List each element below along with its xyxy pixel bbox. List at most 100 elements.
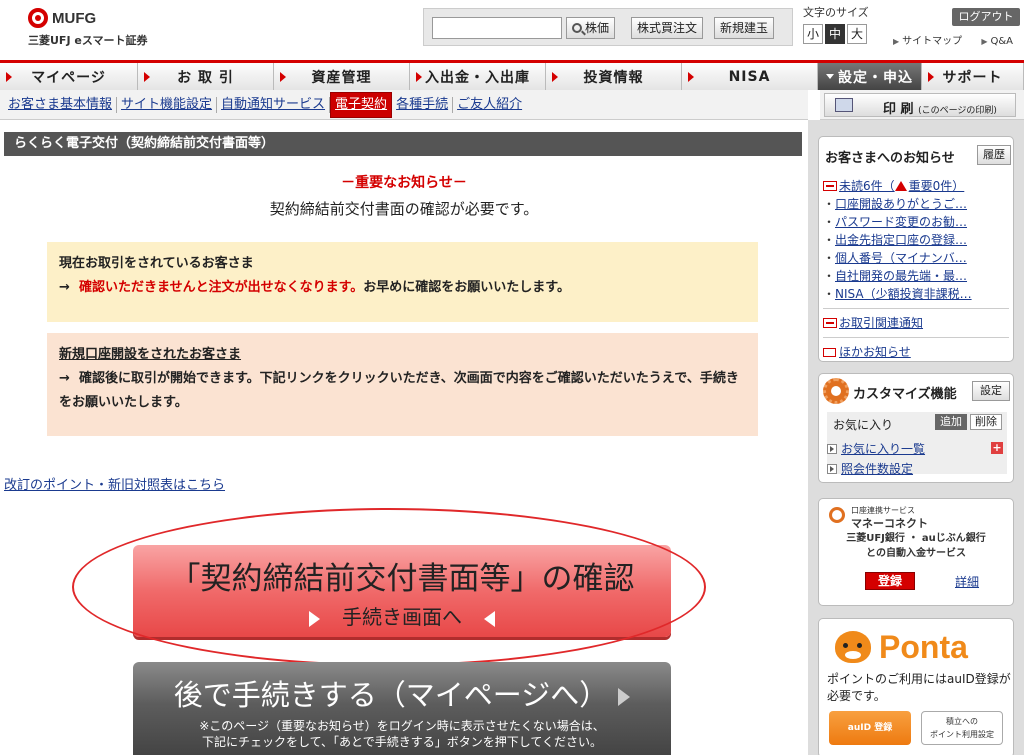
existing-customer-title: 現在お取引をされているお客さま [59, 256, 254, 271]
nav-settings[interactable]: 設定・申込 [818, 63, 922, 90]
page-title: らくらく電子交付（契約締結前交付書面等） [4, 132, 802, 156]
logo-text: MUFG [52, 9, 97, 27]
point-usage-settings-button[interactable]: 積立への ポイント利用設定 [921, 711, 1003, 745]
notice-body: 契約締結前交付書面の確認が必要です。 [269, 200, 539, 218]
nav-arrow-icon [416, 72, 422, 82]
mail-icon [823, 348, 836, 357]
font-size-small-button[interactable]: 小 [803, 24, 823, 44]
arrow-right-icon [618, 688, 631, 706]
nav-support[interactable]: サポート [922, 63, 1024, 90]
inquiry-settings-link[interactable]: 照会件数設定 [827, 460, 913, 477]
header: MUFG 三菱UFJ eスマート証券 株価 株式買注文 新規建玉 文字のサイズ … [0, 0, 1024, 58]
notice-title: －重要なお知らせ－ [341, 175, 467, 191]
nav-mypage[interactable]: マイページ [0, 63, 138, 90]
arrow-right-icon: ▶ [893, 37, 900, 46]
nav-arrow-icon [552, 72, 558, 82]
subnav-customer-info[interactable]: お客さま基本情報 [4, 96, 118, 113]
search-icon [572, 23, 582, 33]
nav-deposit[interactable]: 入出金・入出庫 [410, 63, 546, 90]
ponta-mascot-icon [835, 631, 871, 663]
nav-trade[interactable]: お 取 引 [138, 63, 274, 90]
divider [823, 337, 1009, 338]
money-connect-description: 三菱UFJ銀行 ・ auじぶん銀行 との自動入金サービス [846, 533, 986, 559]
notice-icon [823, 181, 837, 191]
utility-links: ▶ サイトマップ ▶ Q&A [893, 32, 1024, 47]
printer-icon [835, 98, 853, 112]
notice-item[interactable]: ・自社開発の最先端・最… [823, 267, 1009, 285]
subnav-auto-notify[interactable]: 自動通知サービス [217, 96, 331, 113]
favorites-delete-button[interactable]: 削除 [970, 414, 1002, 430]
favorites-list-link[interactable]: お気に入り一覧 [827, 440, 925, 457]
favorites-box: お気に入り 追加 削除 お気に入り一覧 + 照会件数設定 [827, 412, 1007, 477]
new-position-button[interactable]: 新規建玉 [714, 17, 775, 39]
plus-icon[interactable]: + [991, 442, 1003, 454]
font-size-medium-button[interactable]: 中 [825, 24, 845, 44]
print-button[interactable]: 印 刷 (このページの印刷) [824, 93, 1016, 117]
font-size-label: 文字のサイズ [803, 6, 869, 19]
notice-item[interactable]: ・パスワード変更のお勧… [823, 213, 1009, 231]
existing-customer-box: 現在お取引をされているお客さま → 確認いただきませんと注文が出せなくなります。… [47, 242, 758, 322]
money-connect-register-button[interactable]: 登録 [865, 572, 915, 590]
ponta-panel: Ponta ポイントのご利用にはauID登録が必要です。 auID 登録 積立へ… [818, 618, 1014, 755]
nav-nisa[interactable]: NISA [682, 63, 818, 90]
confirm-button-label: 「契約締結前交付書面等」の確認 [169, 561, 635, 597]
ponta-text: ポイントのご利用にはauID登録が必要です。 [827, 672, 1011, 703]
main-nav: マイページ お 取 引 資産管理 入出金・入出庫 投資情報 NISA 設定・申込… [0, 60, 1024, 90]
trade-notice-link[interactable]: お取引関連通知 [823, 314, 1009, 332]
notices-title: お客さまへのお知らせ [825, 151, 955, 166]
customize-title: カスタマイズ機能 [853, 387, 957, 402]
later-button-note: ※このページ（重要なお知らせ）をログイン時に表示させたくない場合は、 下記にチェ… [199, 719, 605, 749]
ponta-logo: Ponta [879, 629, 968, 665]
auid-register-button[interactable]: auID 登録 [829, 711, 911, 745]
arrow-left-icon [484, 610, 495, 627]
customize-settings-button[interactable]: 設定 [972, 381, 1010, 401]
subnav-procedures[interactable]: 各種手続 [392, 96, 454, 113]
notice-item[interactable]: ・個人番号（マイナンバ… [823, 249, 1009, 267]
nav-info[interactable]: 投資情報 [546, 63, 682, 90]
other-notice-link[interactable]: ほかお知らせ [823, 343, 1009, 361]
nav-assets[interactable]: 資産管理 [274, 63, 410, 90]
notices-history-button[interactable]: 履歴 [977, 145, 1011, 165]
new-account-message: → 確認後に取引が開始できます。下記リンクをクリックいただき、次画面で内容をご確… [59, 371, 739, 410]
notice-item[interactable]: ・NISA（少額投資非課税… [823, 285, 1009, 303]
nav-arrow-icon [280, 72, 286, 82]
subnav-e-contract[interactable]: 電子契約 [330, 91, 393, 118]
money-connect-detail-link[interactable]: 詳細 [955, 573, 979, 590]
arrow-right-icon [827, 444, 837, 454]
stock-price-button[interactable]: 株価 [566, 17, 616, 39]
gear-icon [823, 378, 849, 404]
qa-link[interactable]: ▶ Q&A [981, 36, 1021, 47]
existing-customer-message: → 確認いただきませんと注文が出せなくなります。お早めに確認をお願いいたします。 [59, 280, 570, 295]
favorites-label: お気に入り [833, 418, 894, 432]
search-input[interactable] [432, 17, 562, 39]
confirm-button-sublabel: 手続き画面へ [342, 605, 462, 629]
subnav-site-settings[interactable]: サイト機能設定 [117, 96, 218, 113]
sub-nav: お客さま基本情報 サイト機能設定 自動通知サービス 電子契約 各種手続 ご友人紹… [0, 90, 808, 120]
mufg-logo[interactable]: MUFG [28, 8, 96, 28]
money-connect-panel: 口座連携サービス マネーコネクト 三菱UFJ銀行 ・ auじぶん銀行 との自動入… [818, 498, 1014, 606]
mufg-logo-icon [28, 8, 48, 28]
search-box: 株価 株式買注文 新規建玉 [423, 8, 793, 46]
warning-icon [894, 181, 907, 191]
chevron-down-icon [826, 74, 834, 79]
later-procedure-button[interactable]: 後で手続きする（マイページへ） ※このページ（重要なお知らせ）をログイン時に表示… [133, 662, 671, 755]
customize-panel: カスタマイズ機能 設定 お気に入り 追加 削除 お気に入り一覧 + 照会件数設定 [818, 373, 1014, 483]
sidebar: お客さまへのお知らせ 履歴 未読6件（ 重要0件） ・口座開設ありがとうご… ・パ… [808, 120, 1024, 755]
sitemap-link[interactable]: ▶ サイトマップ [893, 36, 970, 47]
stock-buy-order-button[interactable]: 株式買注文 [631, 17, 704, 39]
font-size-large-button[interactable]: 大 [847, 24, 867, 44]
notice-item[interactable]: ・口座開設ありがとうご… [823, 195, 1009, 213]
favorites-add-button[interactable]: 追加 [935, 414, 967, 430]
print-area: 印 刷 (このページの印刷) [820, 90, 1024, 120]
font-size-control: 文字のサイズ 小 中 大 [803, 4, 869, 44]
later-button-label: 後で手続きする（マイページへ） [173, 678, 609, 712]
confirm-documents-button[interactable]: 「契約締結前交付書面等」の確認 手続き画面へ [133, 545, 671, 637]
notices-panel: お客さまへのお知らせ 履歴 未読6件（ 重要0件） ・口座開設ありがとうご… ・パ… [818, 136, 1014, 362]
arrow-right-icon [827, 464, 837, 474]
nav-arrow-icon [144, 72, 150, 82]
unread-notices-link[interactable]: 未読6件（ 重要0件） [823, 177, 1009, 195]
subnav-referral[interactable]: ご友人紹介 [453, 97, 526, 113]
revision-link[interactable]: 改訂のポイント・新旧対照表はこちら [4, 474, 225, 493]
logout-button[interactable]: ログアウト [952, 8, 1020, 26]
notice-item[interactable]: ・出金先指定口座の登録… [823, 231, 1009, 249]
